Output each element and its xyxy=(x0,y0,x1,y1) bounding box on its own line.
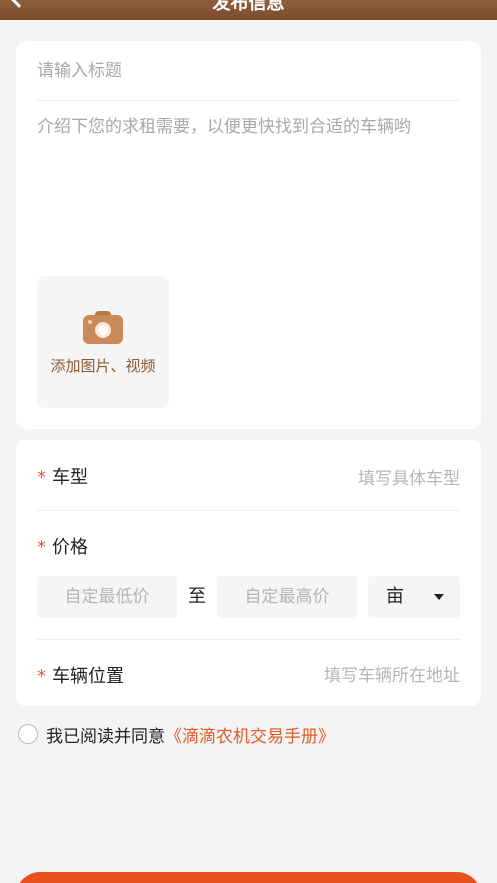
divider xyxy=(37,100,460,101)
price-max-input[interactable]: 自定最高价 xyxy=(217,576,357,618)
location-label: * 车辆位置 xyxy=(37,662,124,688)
required-mark: * xyxy=(37,666,46,687)
agreement-link[interactable]: 《滴滴农机交易手册》 xyxy=(165,722,335,747)
details-card: * 车型 填写具体车型 * 价格 自定最低价 至 自定最高价 亩 * 车辆位置 填写车… xyxy=(16,440,481,706)
model-label: * 车型 xyxy=(37,463,88,489)
page-title: 发布信息 xyxy=(212,0,285,14)
upload-label: 添加图片、视频 xyxy=(50,357,156,375)
location-field[interactable]: 填写车辆所在地址 xyxy=(324,661,460,686)
required-mark: * xyxy=(37,537,46,558)
agreement-row: 我已阅读并同意 《滴滴农机交易手册》 xyxy=(18,722,335,747)
unit-select[interactable]: 亩 xyxy=(368,576,460,618)
location-label-text: 车辆位置 xyxy=(52,666,124,687)
price-label: * 价格 xyxy=(37,533,88,559)
description-input[interactable] xyxy=(37,113,460,263)
price-separator: 至 xyxy=(188,586,206,607)
divider xyxy=(37,639,460,640)
unit-value: 亩 xyxy=(386,586,404,607)
caret-down-icon xyxy=(434,594,444,600)
agreement-text: 我已阅读并同意 xyxy=(46,726,165,747)
camera-icon xyxy=(83,311,123,344)
required-mark: * xyxy=(37,467,46,488)
model-field[interactable]: 填写具体车型 xyxy=(358,464,460,489)
upload-media-button[interactable]: 添加图片、视频 xyxy=(37,276,169,408)
price-label-text: 价格 xyxy=(52,537,88,558)
title-input[interactable] xyxy=(37,41,460,101)
divider xyxy=(37,510,460,511)
content-card: 添加图片、视频 xyxy=(16,41,481,429)
top-bar: 发布信息 xyxy=(0,0,497,20)
submit-button[interactable] xyxy=(16,872,481,883)
price-min-input[interactable]: 自定最低价 xyxy=(37,576,177,618)
model-label-text: 车型 xyxy=(52,467,88,488)
agreement-radio[interactable] xyxy=(18,724,38,744)
